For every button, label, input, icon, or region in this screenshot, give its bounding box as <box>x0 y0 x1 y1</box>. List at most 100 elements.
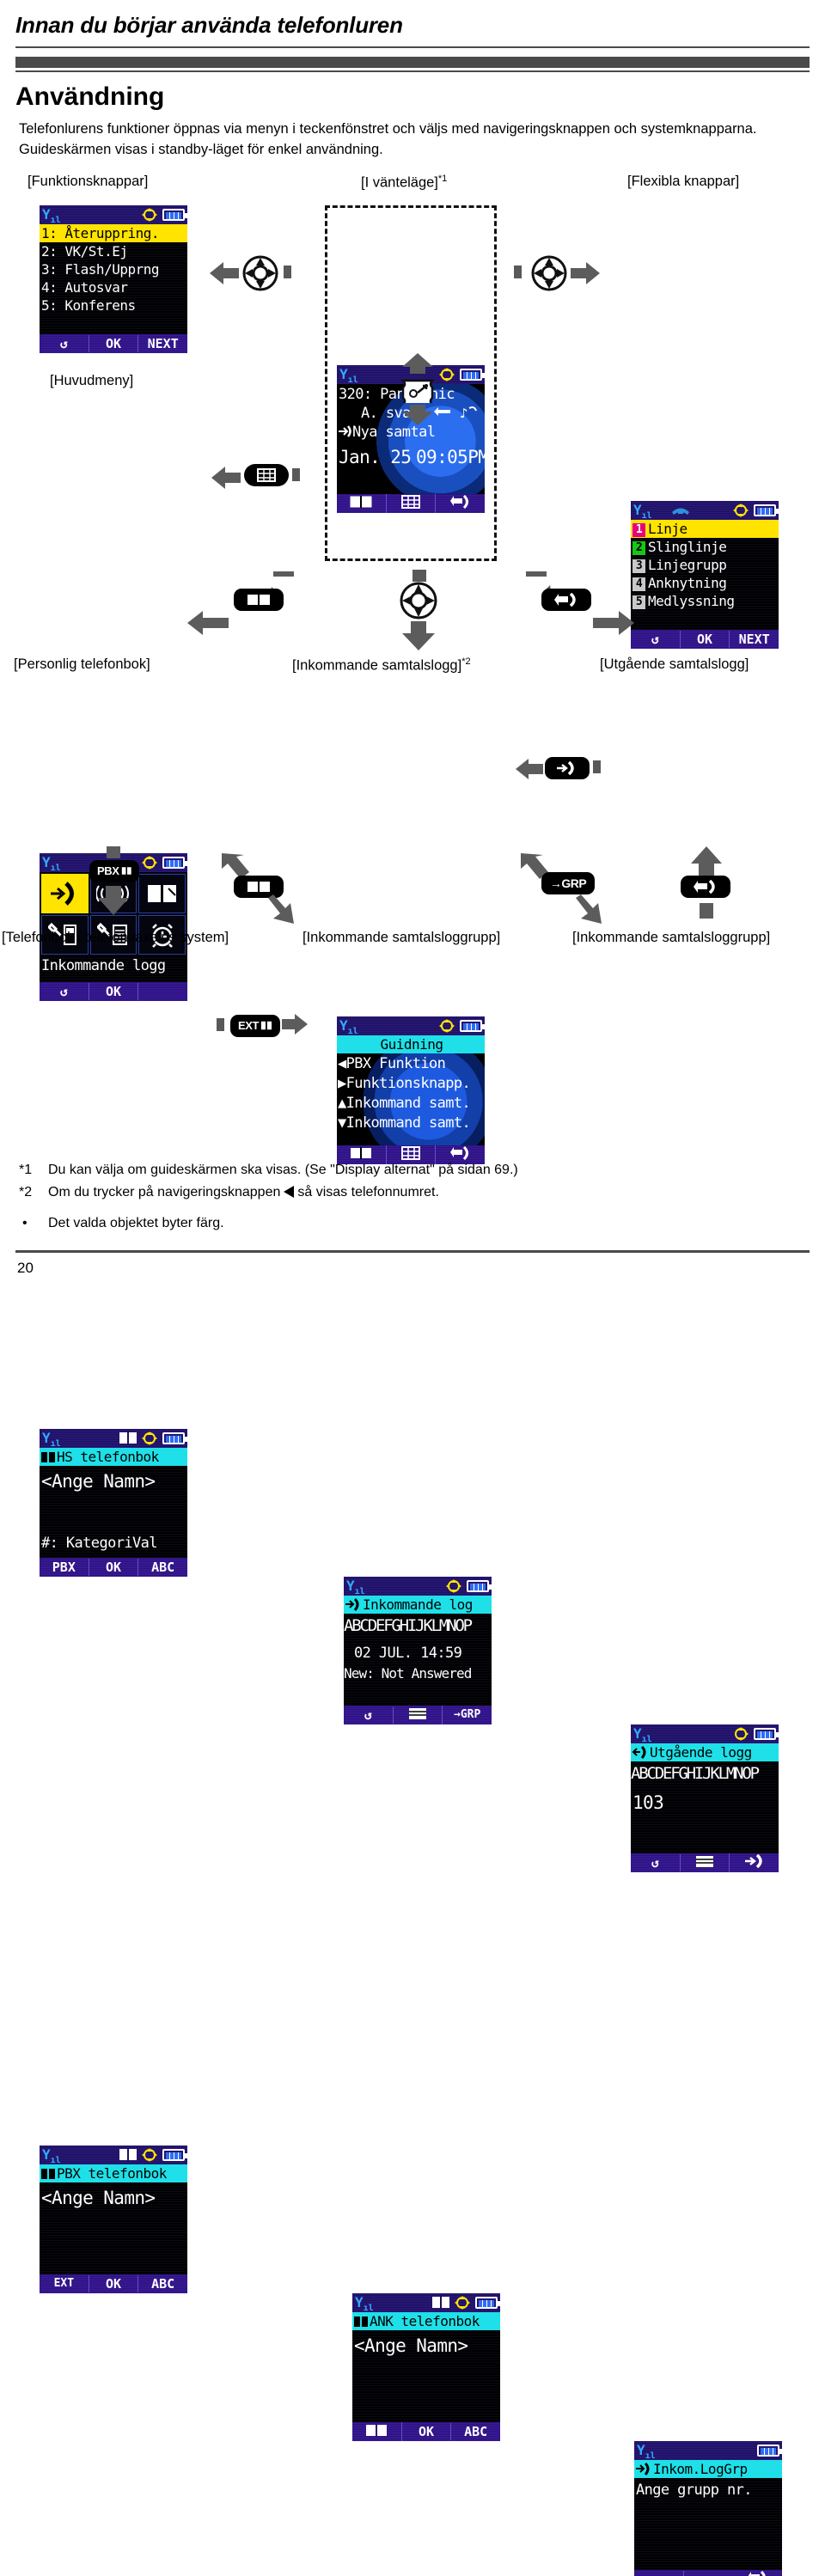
softkey-ok[interactable]: OK <box>89 1559 139 1576</box>
phonebook-indicator-icon <box>119 1431 138 1448</box>
arrow-up-to-standby <box>400 353 435 374</box>
page-header: Innan du börjar använda telefonluren <box>0 0 825 39</box>
incoming-log-datetime: 02 JUL. 14:59 <box>354 1644 461 1663</box>
footnote-1: *1 Du kan välja om guideskärmen ska visa… <box>19 1162 806 1180</box>
nav-indicator-icon <box>454 2295 471 2310</box>
ext-key-stub-left <box>217 1018 224 1031</box>
back-call-key-button[interactable] <box>541 589 591 611</box>
phonebook-key-button[interactable] <box>234 589 284 611</box>
caption-incoming-log-group-1: [Inkommande samtalsloggrupp] <box>302 931 500 945</box>
nav-key-down-button[interactable] <box>400 582 437 620</box>
nav-key-right-button[interactable] <box>531 255 567 291</box>
ank-phonebook-input-prompt[interactable]: <Ange Namn> <box>354 2335 468 2357</box>
softkey-bar: ↺ OK NEXT <box>40 334 187 353</box>
standby-line-newcalls: Nya samtal <box>352 423 435 442</box>
softkey-back[interactable]: ↺ <box>631 1854 681 1871</box>
softkey-list[interactable] <box>681 1853 730 1872</box>
menu-tile-call[interactable] <box>41 874 89 913</box>
softkey-back[interactable]: ↺ <box>40 335 89 352</box>
menu-item[interactable]: 5: Konferens <box>40 296 187 314</box>
softkey-call[interactable] <box>730 1853 779 1872</box>
flexible-key-row[interactable]: 4Anknytning <box>631 574 779 592</box>
pbx-phonebook-input-prompt[interactable]: <Ange Namn> <box>41 2187 155 2209</box>
caption-incoming-log-group-2: [Inkommande samtalsloggrupp] <box>572 931 770 945</box>
softkey-ext-label: EXT <box>54 2277 74 2290</box>
caption-personal-phonebook: [Personlig telefonbok] <box>14 657 150 672</box>
guidning-row-up: ▲Inkommand samt. <box>338 1094 470 1113</box>
battery-icon <box>475 2297 498 2309</box>
phonebook-input-prompt[interactable]: <Ange Namn> <box>41 1470 155 1492</box>
key-label: Medlyssning <box>648 593 734 609</box>
softkey-ok[interactable]: OK <box>89 335 139 352</box>
log-group-title: Inkom.LogGrp <box>653 2461 748 2477</box>
softkey-next[interactable]: NEXT <box>730 631 779 648</box>
arrow-diagonal-down-to-ank-phonebook <box>268 894 296 924</box>
battery-icon <box>162 209 185 221</box>
softkey-list[interactable] <box>394 1705 443 1724</box>
flexible-key-row[interactable]: 5Medlyssning <box>631 592 779 610</box>
softkey-keypad[interactable] <box>387 493 437 513</box>
softkey-back[interactable]: ↺ <box>631 631 681 648</box>
softkey-bar: OK ABC <box>352 2422 500 2441</box>
guidning-row-down: ▼Inkommand samt. <box>338 1114 470 1132</box>
battery-icon <box>162 2149 185 2161</box>
ext-label: EXT <box>238 1019 259 1032</box>
softkey-back[interactable]: ↺ <box>344 1706 394 1724</box>
softkey-back-call[interactable] <box>436 493 485 513</box>
softkey-next[interactable]: NEXT <box>138 335 187 352</box>
keypad-key-button[interactable] <box>244 464 289 486</box>
softkey-grp[interactable]: →GRP <box>443 1706 492 1724</box>
arrow-down-to-pbx-phonebook <box>96 886 131 915</box>
call-back-icon <box>433 406 452 424</box>
softkey-ok[interactable]: OK <box>402 2423 452 2440</box>
softkey-back[interactable]: ↺ <box>40 983 89 1000</box>
header-rule-under <box>15 70 810 72</box>
nav-key-left-button[interactable] <box>242 255 278 291</box>
softkey-phonebook[interactable] <box>352 2421 402 2441</box>
menu-item[interactable]: 3: Flash/Upprng <box>40 260 187 278</box>
guidning-title: Guidning <box>337 1035 485 1053</box>
forward-call-key-button[interactable] <box>545 757 590 779</box>
softkey-abc[interactable]: ABC <box>451 2423 500 2440</box>
arrow-left-to-function-keys <box>210 260 239 286</box>
softkey-back-call[interactable] <box>733 2569 782 2576</box>
arrow-up-glyph: ▲ <box>338 1095 346 1112</box>
softkey-abc[interactable]: ABC <box>138 2275 187 2292</box>
grp-key-button[interactable]: →GRP <box>541 872 595 894</box>
pbx-label: PBX <box>97 864 119 877</box>
flexible-key-row[interactable]: 3Linjegrupp <box>631 556 779 574</box>
menu-item[interactable]: 2: VK/St.Ej <box>40 242 187 260</box>
menu-item[interactable]: 1: Återuppring. <box>40 224 187 242</box>
back-call-key-button-2[interactable] <box>681 876 730 898</box>
pbx-phonebook-title-row: PBX telefonbok <box>40 2164 187 2182</box>
softkey-back[interactable]: ↺ <box>634 2571 684 2576</box>
screen-personal-phonebook: Yıl HS telefonbok <Ange Namn> #: Kategor… <box>40 1429 187 1577</box>
footer-rule <box>15 1250 810 1253</box>
battery-icon <box>757 2445 779 2457</box>
arrow-down-to-incoming-log <box>400 621 437 650</box>
menu-tile-phonebook[interactable] <box>138 874 186 913</box>
softkey-phonebook[interactable] <box>337 493 387 513</box>
ext-phonebook-key-button[interactable]: EXT <box>230 1015 280 1037</box>
softkey-abc[interactable]: ABC <box>138 1559 187 1576</box>
softkey-ok[interactable]: OK <box>89 983 139 1000</box>
new-call-arrow-icon <box>338 424 353 443</box>
softkey-ext[interactable]: EXT <box>40 2275 89 2292</box>
phonebook-category-hint: #: KategoriVal <box>41 1534 157 1553</box>
outgoing-log-number: 103 <box>632 1792 663 1814</box>
softkey-ok[interactable]: OK <box>681 631 730 648</box>
key-number: 1 <box>632 523 645 537</box>
screen-outgoing-log: Yıl Utgående logg ABCDEFGHIJKLMNOP 103 ↺ <box>631 1724 779 1872</box>
caption-main-menu: [Huvudmeny] <box>50 374 133 388</box>
nav-indicator-icon <box>141 2147 158 2163</box>
flexible-key-row[interactable]: 2Slinglinje <box>631 538 779 556</box>
ank-phonebook-title-row: ANK telefonbok <box>352 2312 500 2330</box>
menu-item[interactable]: 4: Autosvar <box>40 278 187 296</box>
softkey-ok[interactable]: OK <box>89 2275 139 2292</box>
footnote-1-text: Du kan välja om guideskärmen ska visas. … <box>48 1162 518 1180</box>
softkey-pbx[interactable]: PBX <box>40 1559 89 1576</box>
key-label: Slinglinje <box>648 539 726 555</box>
status-bar: Yıl <box>344 1577 492 1596</box>
pbx-phonebook-key-button[interactable]: PBX <box>89 860 139 882</box>
flexible-key-row[interactable]: 1Linje <box>631 520 779 538</box>
